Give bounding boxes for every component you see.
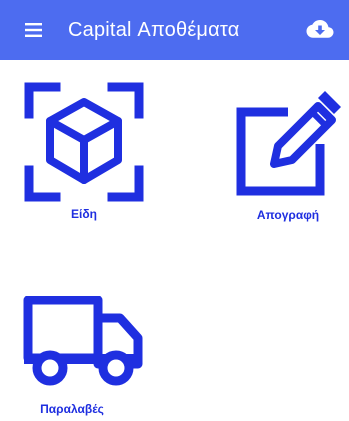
cloud-download-button[interactable] <box>303 14 337 46</box>
tile-receipts-label: Παραλαβές <box>40 402 104 416</box>
app-title: Capital Αποθέματα <box>68 19 240 41</box>
tile-items-label: Είδη <box>71 207 97 221</box>
edit-square-icon <box>236 91 341 196</box>
truck-icon <box>23 296 143 386</box>
tile-receipts[interactable]: Παραλαβές <box>22 296 152 416</box>
hamburger-menu-icon <box>25 23 42 37</box>
tile-inventory-label: Απογραφή <box>256 208 320 222</box>
tile-items[interactable]: Είδη <box>22 80 144 230</box>
tile-inventory[interactable]: Απογραφή <box>232 88 342 228</box>
package-scan-icon <box>24 82 144 202</box>
app-bar: Capital Αποθέματα <box>0 0 349 60</box>
app-root: Capital Αποθέματα Είδη Απογραφή Παραλαβέ… <box>0 0 349 421</box>
menu-button[interactable] <box>14 16 54 44</box>
cloud-download-icon <box>306 20 334 38</box>
